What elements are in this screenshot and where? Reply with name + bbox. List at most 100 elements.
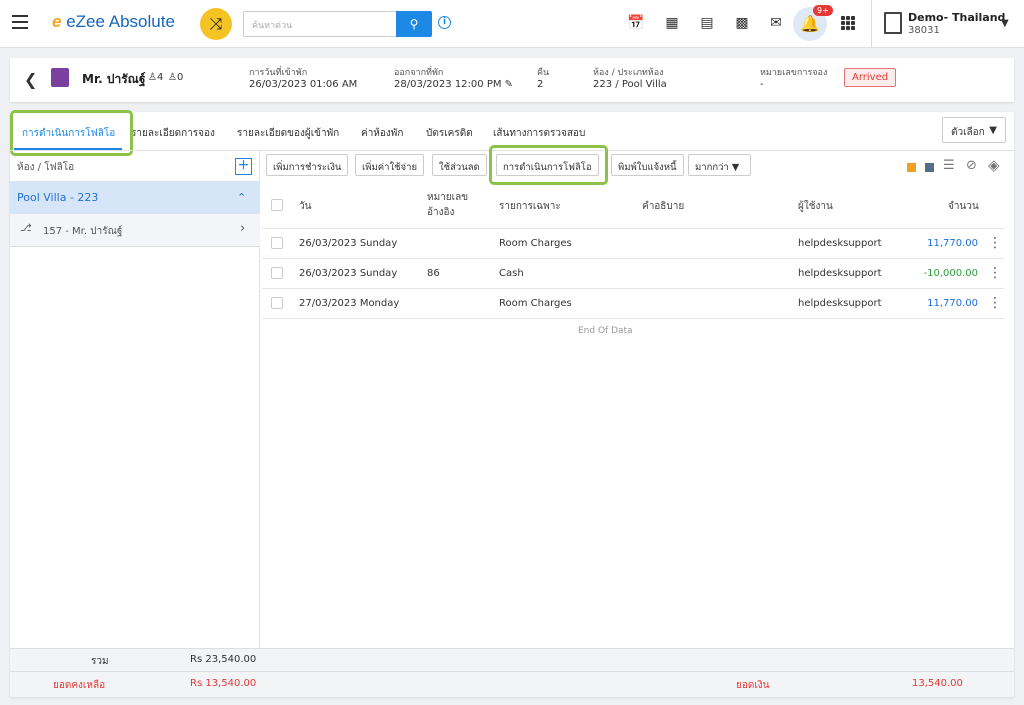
room-folio-label: Pool Villa - 223: [17, 191, 99, 204]
row-reference: 86: [427, 268, 440, 279]
kebab-menu-icon[interactable]: ⋮: [988, 265, 1002, 281]
folio-list-title: ห้อง / โฟลิโอ: [17, 162, 75, 173]
chevron-up-icon[interactable]: ⌃: [237, 191, 246, 204]
row-amount: 11,770.00: [927, 238, 978, 249]
adults-value: 4: [156, 72, 164, 83]
row-amount: 11,770.00: [927, 298, 978, 309]
checkin-value: 26/03/2023 01:06 AM: [249, 79, 358, 90]
end-of-data: End Of Data: [578, 326, 633, 336]
property-id: 38031: [908, 25, 940, 36]
layers-icon[interactable]: ◈: [988, 156, 1000, 174]
hide-icon[interactable]: ⊘: [966, 158, 977, 173]
adults-count: ♙4: [148, 72, 164, 83]
app-logo[interactable]: e eZee Absolute: [52, 12, 175, 32]
footer-balance-value: 13,540.00: [912, 678, 963, 689]
checkout-value: 28/03/2023 12:00 PM ✎: [394, 79, 513, 90]
tab-room-charges[interactable]: ค่าห้องพัก: [361, 126, 403, 141]
children-count: ♙0: [168, 72, 184, 83]
row-amount: -10,000.00: [923, 268, 978, 279]
room-label: ห้อง / ประเภทห้อง: [593, 68, 664, 78]
checkout-value-text: 28/03/2023 12:00 PM: [394, 79, 502, 90]
search-input[interactable]: ค้นหาด่วน: [243, 11, 397, 37]
guest-name: Mr. ปารัณฐ์: [82, 72, 146, 86]
room-value: 223 / Pool Villa: [593, 79, 667, 90]
col-amount: จำนวน: [948, 201, 979, 212]
chevron-down-icon[interactable]: ▼: [1001, 18, 1009, 29]
logo-text: eZee Absolute: [66, 12, 175, 31]
caret-down-icon: ▼: [731, 162, 740, 173]
col-particular: รายการเฉพาะ: [499, 201, 561, 212]
gray-square-icon[interactable]: [925, 163, 934, 172]
checkin-label: การวันที่เข้าพัก: [249, 68, 308, 78]
balance-value: Rs 13,540.00: [190, 678, 257, 689]
row-checkbox[interactable]: [271, 297, 283, 309]
add-payment-button[interactable]: เพิ่มการชำระเงิน: [266, 154, 349, 176]
divider: [871, 0, 872, 48]
col-reference: หมายเลข อ้างอิง: [427, 192, 469, 218]
menu-icon[interactable]: [12, 15, 28, 29]
balance-label: ยอดคงเหลือ: [53, 680, 106, 691]
row-particular: Room Charges: [499, 298, 572, 309]
building-icon: [884, 12, 902, 34]
select-all-checkbox[interactable]: [271, 199, 283, 211]
chevron-right-icon[interactable]: ›: [240, 221, 245, 236]
orange-square-icon[interactable]: [907, 163, 916, 172]
row-date: 26/03/2023 Sunday: [299, 268, 398, 279]
add-folio-icon[interactable]: +: [235, 158, 252, 175]
divider: [260, 671, 1014, 672]
row-user: helpdesksupport: [798, 238, 882, 249]
reservation-no-value: -: [760, 79, 764, 90]
footer-balance-label: ยอดเงิน: [736, 680, 770, 691]
apply-discount-button[interactable]: ใช้ส่วนลด: [432, 154, 487, 176]
col-description: คำอธิบาย: [642, 201, 685, 212]
row-particular: Room Charges: [499, 238, 572, 249]
search-button[interactable]: ⚲: [396, 11, 432, 37]
row-checkbox[interactable]: [271, 267, 283, 279]
kebab-menu-icon[interactable]: ⋮: [988, 235, 1002, 251]
apps-grid-icon[interactable]: [841, 16, 855, 30]
row-date: 26/03/2023 Sunday: [299, 238, 398, 249]
kebab-menu-icon[interactable]: ⋮: [988, 295, 1002, 311]
tab-credit-card[interactable]: บัตรเครดิต: [426, 126, 473, 141]
nights-value: 2: [537, 79, 544, 90]
tab-audit-trail[interactable]: เส้นทางการตรวจสอบ: [493, 126, 585, 141]
options-dropdown[interactable]: ตัวเลือก ▼: [942, 117, 1006, 143]
invoice-icon[interactable]: ▩: [733, 14, 751, 32]
add-charge-button[interactable]: เพิ่มค่าใช้จ่าย: [355, 154, 425, 176]
guest-folio-label: 157 - Mr. ปารัณฐ์: [43, 226, 123, 237]
tab-guest-details[interactable]: รายละเอียดของผู้เข้าพัก: [237, 126, 339, 141]
nights-label: คืน: [537, 68, 550, 78]
hotel-icon: [51, 68, 69, 87]
row-checkbox[interactable]: [271, 237, 283, 249]
print-invoice-button[interactable]: พิมพ์ใบแจ้งหนี้: [611, 154, 684, 176]
edit-pencil-icon[interactable]: ✎: [505, 79, 513, 90]
calendar-add-icon[interactable]: 📅: [627, 14, 645, 32]
back-arrow-icon[interactable]: ❮: [24, 70, 37, 89]
highlight-box: [489, 145, 608, 185]
more-label: มากกว่า: [695, 162, 729, 173]
col-date: วัน: [299, 201, 312, 212]
more-dropdown[interactable]: มากกว่า ▼: [688, 154, 751, 176]
status-badge: Arrived: [844, 68, 897, 87]
options-label: ตัวเลือก: [951, 127, 985, 138]
calendar-icon[interactable]: ▤: [698, 14, 716, 32]
caret-down-icon: ▼: [989, 125, 997, 136]
info-icon[interactable]: i: [438, 16, 451, 29]
mail-icon[interactable]: ✉: [767, 14, 785, 32]
divider: [10, 671, 260, 672]
row-user: helpdesksupport: [798, 268, 882, 279]
col-user: ผู้ใช้งาน: [798, 201, 833, 212]
children-value: 0: [176, 72, 184, 83]
total-label: รวม: [91, 656, 109, 667]
tab-booking-details[interactable]: รายละเอียดการจอง: [131, 126, 215, 141]
row-date: 27/03/2023 Monday: [299, 298, 400, 309]
shuffle-icon[interactable]: ⤨: [200, 8, 232, 40]
notification-badge: 9+: [813, 5, 833, 16]
calendar-check-icon[interactable]: ▦: [663, 14, 681, 32]
reservation-no-label: หมายเลขการจอง: [760, 68, 828, 78]
property-name[interactable]: Demo- Thailand: [908, 11, 1005, 24]
total-value: Rs 23,540.00: [190, 654, 257, 665]
row-particular: Cash: [499, 268, 524, 279]
totals-footer: [10, 648, 1014, 697]
list-icon[interactable]: ☰: [943, 158, 955, 173]
